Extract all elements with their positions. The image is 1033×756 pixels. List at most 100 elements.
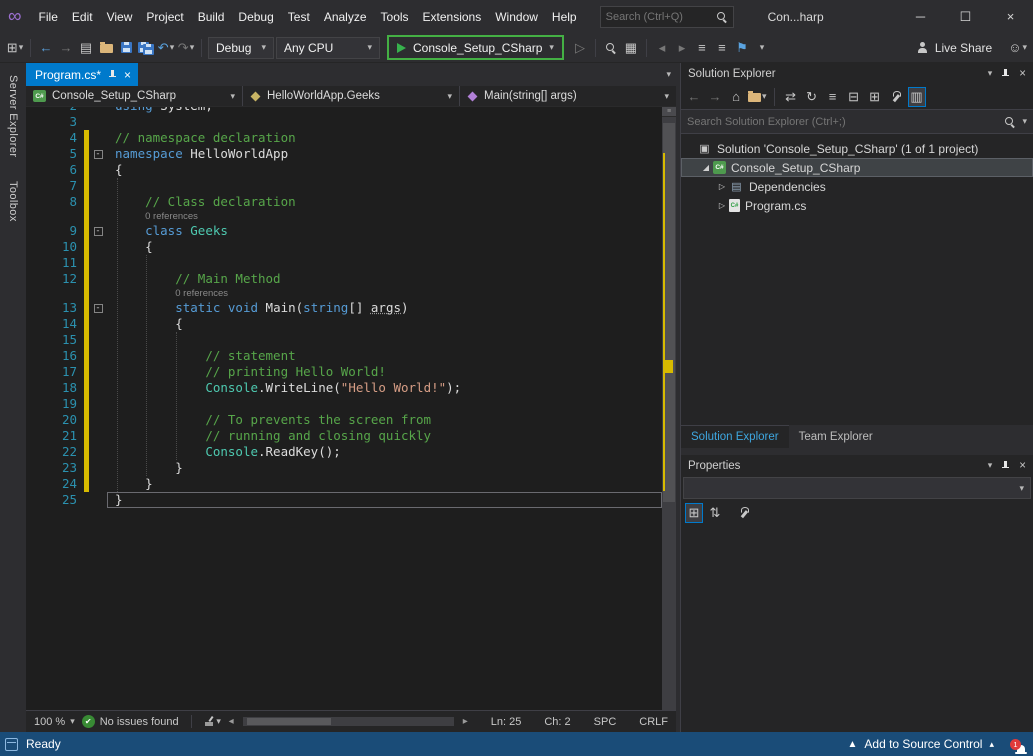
categorized-icon[interactable]: ⊞ <box>685 503 703 523</box>
code-text[interactable]: namespace HelloWorldApp <box>107 146 662 162</box>
solution-search-input[interactable] <box>687 116 998 128</box>
code-line-19[interactable]: 19 <box>26 396 662 412</box>
code-text[interactable] <box>107 396 662 412</box>
zoom-control[interactable]: 100 %▾ <box>34 716 75 728</box>
close-panel-icon[interactable]: × <box>1019 68 1026 80</box>
background-tasks-icon[interactable] <box>5 738 18 751</box>
code-line-12[interactable]: 12 // Main Method <box>26 271 662 287</box>
code-surface[interactable]: 2using System;34// namespace declaration… <box>26 107 662 710</box>
find-in-files-icon[interactable] <box>602 38 620 58</box>
tree-item-console-setup-csharp[interactable]: ◢C#Console_Setup_CSharp <box>681 158 1033 177</box>
window-position-icon[interactable]: ▾ <box>988 460 993 471</box>
side-tab-toolbox[interactable]: Toolbox <box>7 181 19 222</box>
code-text[interactable]: // Class declaration <box>107 194 662 210</box>
open-file-icon[interactable] <box>97 38 115 58</box>
code-text[interactable] <box>107 178 662 194</box>
code-line-18[interactable]: 18 Console.WriteLine("Hello World!"); <box>26 380 662 396</box>
code-line-4[interactable]: 4// namespace declaration <box>26 130 662 146</box>
close-panel-icon[interactable]: × <box>1019 460 1026 472</box>
fold-toggle-icon[interactable]: - <box>94 150 103 159</box>
menu-window[interactable]: Window <box>488 6 545 28</box>
panel-splitter-horizontal[interactable] <box>681 448 1033 455</box>
code-text[interactable]: } <box>107 460 662 476</box>
member-dropdown[interactable]: Main(string[] args) ▾ <box>460 86 676 106</box>
fold-toggle-icon[interactable]: - <box>94 304 103 313</box>
menu-debug[interactable]: Debug <box>231 6 280 28</box>
vertical-scrollbar[interactable]: ≡ <box>662 107 676 710</box>
back-icon[interactable]: ← <box>685 87 703 107</box>
code-line-13[interactable]: 13- static void Main(string[] args) <box>26 300 662 316</box>
code-line-16[interactable]: 16 // statement <box>26 348 662 364</box>
solution-configuration-combo[interactable]: Debug▾ <box>208 37 274 59</box>
project-dropdown[interactable]: C# Console_Setup_CSharp ▾ <box>26 86 243 106</box>
horizontal-scrollbar[interactable] <box>243 717 454 726</box>
start-debugging-button[interactable]: Console_Setup_CSharp ▾ <box>387 35 564 60</box>
properties-icon[interactable] <box>887 87 905 107</box>
hscroll-thumb[interactable] <box>247 718 331 725</box>
solution-platform-combo[interactable]: Any CPU▾ <box>276 37 380 59</box>
code-text[interactable]: static void Main(string[] args) <box>107 300 662 316</box>
redo-icon[interactable]: ↷▾ <box>177 38 195 58</box>
code-line-22[interactable]: 22 Console.ReadKey(); <box>26 444 662 460</box>
tree-item-dependencies[interactable]: ▷▤Dependencies <box>681 177 1033 196</box>
code-line-9[interactable]: 9- class Geeks <box>26 223 662 239</box>
solution-explorer-header[interactable]: Solution Explorer ▾ × <box>681 63 1033 84</box>
menu-tools[interactable]: Tools <box>374 6 416 28</box>
hscroll-left-icon[interactable]: ◂ <box>229 716 234 727</box>
code-text[interactable]: { <box>107 162 662 178</box>
performance-profiler-icon[interactable]: ▷ <box>571 38 589 58</box>
tab-solution-explorer[interactable]: Solution Explorer <box>681 425 789 448</box>
maximize-button[interactable]: ☐ <box>943 0 988 33</box>
navigate-backward-icon[interactable]: ← <box>37 38 55 58</box>
code-text[interactable]: // printing Hello World! <box>107 364 662 380</box>
solution-windows-icon[interactable]: ▦ <box>622 38 640 58</box>
show-all-files-icon[interactable]: ⊞ <box>866 87 884 107</box>
window-position-icon[interactable]: ▾ <box>988 68 993 79</box>
properties-object-combo[interactable]: ▾ <box>683 477 1031 499</box>
quick-search-box[interactable] <box>600 6 734 28</box>
code-line-8[interactable]: 8 // Class declaration <box>26 194 662 210</box>
code-line-2[interactable]: 2using System; <box>26 107 662 114</box>
quick-search-input[interactable] <box>606 11 716 23</box>
save-icon[interactable] <box>117 38 135 58</box>
source-control-caret-icon[interactable]: ▴ <box>989 739 994 750</box>
codelens-row[interactable]: 0 references <box>26 210 662 223</box>
codelens-references[interactable]: 0 references <box>107 210 662 223</box>
close-tab-icon[interactable]: × <box>124 68 131 82</box>
code-text[interactable] <box>107 255 662 271</box>
code-line-11[interactable]: 11 <box>26 255 662 271</box>
code-text[interactable] <box>107 114 662 130</box>
code-text[interactable]: // statement <box>107 348 662 364</box>
document-list-icon[interactable]: ▾ <box>666 69 671 80</box>
alphabetical-icon[interactable]: ⇅ <box>706 503 724 523</box>
menu-test[interactable]: Test <box>281 6 317 28</box>
code-line-7[interactable]: 7 <box>26 178 662 194</box>
code-text[interactable]: { <box>107 316 662 332</box>
menu-project[interactable]: Project <box>139 6 190 28</box>
fold-toggle-icon[interactable]: - <box>94 227 103 236</box>
type-dropdown[interactable]: HelloWorldApp.Geeks ▾ <box>243 86 460 106</box>
code-text[interactable]: Console.ReadKey(); <box>107 444 662 460</box>
pin-icon[interactable] <box>1001 69 1010 79</box>
properties-header[interactable]: Properties ▾ × <box>681 455 1033 476</box>
refresh-icon[interactable]: ↻ <box>803 87 821 107</box>
menu-view[interactable]: View <box>100 6 140 28</box>
tab-team-explorer[interactable]: Team Explorer <box>789 425 883 448</box>
code-line-10[interactable]: 10 { <box>26 239 662 255</box>
scrollbar-track[interactable] <box>662 117 676 710</box>
tree-item-program-cs[interactable]: ▷C#Program.cs <box>681 196 1033 215</box>
hscroll-right-icon[interactable]: ▸ <box>463 716 468 727</box>
code-text[interactable]: } <box>107 476 662 492</box>
code-line-20[interactable]: 20 // To prevents the screen from <box>26 412 662 428</box>
comment-selection-icon[interactable]: ≡ <box>693 38 711 58</box>
home-icon[interactable]: ⌂ <box>727 87 745 107</box>
codelens-row[interactable]: 0 references <box>26 287 662 300</box>
document-tab-program-cs[interactable]: Program.cs* × <box>26 63 138 86</box>
editor-split-handle[interactable]: ≡ <box>662 107 676 117</box>
code-text[interactable] <box>107 332 662 348</box>
side-tab-server-explorer[interactable]: Server Explorer <box>7 75 19 157</box>
code-text[interactable]: using System; <box>107 107 662 114</box>
bookmark-icon[interactable]: ⚑ <box>733 38 751 58</box>
code-line-14[interactable]: 14 { <box>26 316 662 332</box>
send-feedback-icon[interactable]: ☺▾ <box>1008 38 1027 58</box>
